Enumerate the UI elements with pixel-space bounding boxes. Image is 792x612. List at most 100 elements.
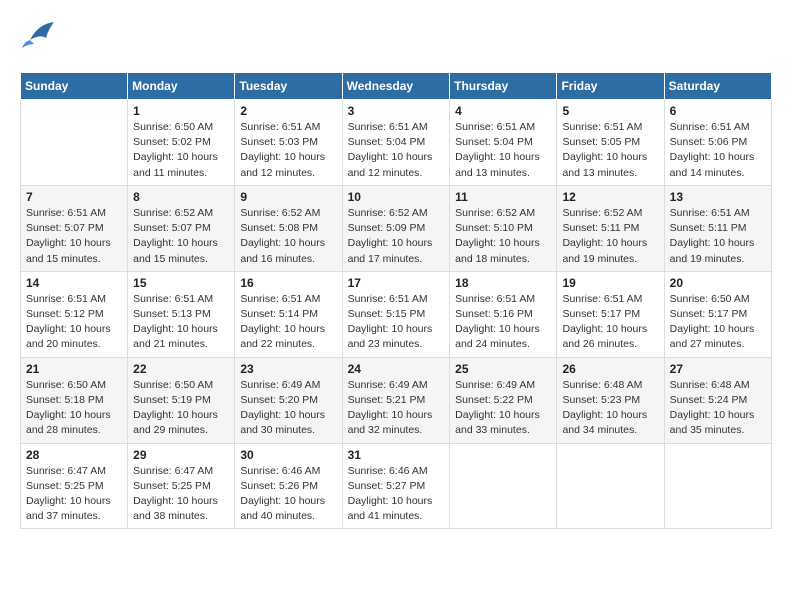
calendar-cell: 30 Sunrise: 6:46 AM Sunset: 5:26 PM Dayli… xyxy=(235,443,342,529)
day-number: 6 xyxy=(670,104,766,118)
calendar-cell: 28Sunrise: 6:47 AM Sunset: 5:25 PM Dayli… xyxy=(21,443,128,529)
calendar-cell: 19Sunrise: 6:51 AM Sunset: 5:17 PM Dayli… xyxy=(557,271,664,357)
calendar-week-row: 7 Sunrise: 6:51 AM Sunset: 5:07 PM Daylig… xyxy=(21,185,772,271)
day-number: 25 xyxy=(455,362,551,376)
calendar-cell: 11 Sunrise: 6:52 AM Sunset: 5:10 PM Dayli… xyxy=(450,185,557,271)
day-number: 11 xyxy=(455,190,551,204)
calendar-cell: 12 Sunrise: 6:52 AM Sunset: 5:11 PM Dayli… xyxy=(557,185,664,271)
logo-bird-icon xyxy=(20,20,56,57)
day-info: Sunrise: 6:51 AM Sunset: 5:06 PM Dayligh… xyxy=(670,120,766,181)
calendar-table: SundayMondayTuesdayWednesdayThursdayFrid… xyxy=(20,72,772,529)
calendar-cell xyxy=(557,443,664,529)
day-number: 26 xyxy=(562,362,658,376)
calendar-cell: 18 Sunrise: 6:51 AM Sunset: 5:16 PM Dayli… xyxy=(450,271,557,357)
day-number: 17 xyxy=(348,276,445,290)
day-info: Sunrise: 6:49 AM Sunset: 5:21 PM Dayligh… xyxy=(348,378,445,439)
day-number: 13 xyxy=(670,190,766,204)
calendar-cell: 3 Sunrise: 6:51 AM Sunset: 5:04 PM Daylig… xyxy=(342,100,450,186)
day-info: Sunrise: 6:48 AM Sunset: 5:23 PM Dayligh… xyxy=(562,378,658,439)
day-number: 1 xyxy=(133,104,229,118)
calendar-week-row: 21Sunrise: 6:50 AM Sunset: 5:18 PM Dayli… xyxy=(21,357,772,443)
calendar-cell xyxy=(450,443,557,529)
day-number: 20 xyxy=(670,276,766,290)
day-number: 8 xyxy=(133,190,229,204)
calendar-week-row: 1 Sunrise: 6:50 AM Sunset: 5:02 PM Daylig… xyxy=(21,100,772,186)
calendar-day-header: Monday xyxy=(128,73,235,100)
day-number: 2 xyxy=(240,104,336,118)
day-number: 23 xyxy=(240,362,336,376)
calendar-cell: 2 Sunrise: 6:51 AM Sunset: 5:03 PM Daylig… xyxy=(235,100,342,186)
calendar-week-row: 14 Sunrise: 6:51 AM Sunset: 5:12 PM Dayli… xyxy=(21,271,772,357)
day-number: 22 xyxy=(133,362,229,376)
day-number: 31 xyxy=(348,448,445,462)
calendar-cell: 17 Sunrise: 6:51 AM Sunset: 5:15 PM Dayli… xyxy=(342,271,450,357)
calendar-cell: 9 Sunrise: 6:52 AM Sunset: 5:08 PM Daylig… xyxy=(235,185,342,271)
calendar-cell: 16 Sunrise: 6:51 AM Sunset: 5:14 PM Dayli… xyxy=(235,271,342,357)
calendar-cell: 15 Sunrise: 6:51 AM Sunset: 5:13 PM Dayli… xyxy=(128,271,235,357)
day-info: Sunrise: 6:49 AM Sunset: 5:22 PM Dayligh… xyxy=(455,378,551,439)
calendar-cell xyxy=(664,443,771,529)
calendar-cell: 29 Sunrise: 6:47 AM Sunset: 5:25 PM Dayli… xyxy=(128,443,235,529)
day-number: 30 xyxy=(240,448,336,462)
day-number: 24 xyxy=(348,362,445,376)
day-info: Sunrise: 6:49 AM Sunset: 5:20 PM Dayligh… xyxy=(240,378,336,439)
day-info: Sunrise: 6:51 AM Sunset: 5:11 PM Dayligh… xyxy=(670,206,766,267)
day-info: Sunrise: 6:52 AM Sunset: 5:11 PM Dayligh… xyxy=(562,206,658,267)
day-info: Sunrise: 6:52 AM Sunset: 5:08 PM Dayligh… xyxy=(240,206,336,267)
day-info: Sunrise: 6:51 AM Sunset: 5:03 PM Dayligh… xyxy=(240,120,336,181)
calendar-cell: 7 Sunrise: 6:51 AM Sunset: 5:07 PM Daylig… xyxy=(21,185,128,271)
day-number: 18 xyxy=(455,276,551,290)
day-number: 12 xyxy=(562,190,658,204)
day-number: 9 xyxy=(240,190,336,204)
calendar-day-header: Wednesday xyxy=(342,73,450,100)
day-number: 10 xyxy=(348,190,445,204)
day-info: Sunrise: 6:51 AM Sunset: 5:12 PM Dayligh… xyxy=(26,292,122,353)
day-info: Sunrise: 6:50 AM Sunset: 5:17 PM Dayligh… xyxy=(670,292,766,353)
day-number: 5 xyxy=(562,104,658,118)
day-number: 3 xyxy=(348,104,445,118)
day-info: Sunrise: 6:51 AM Sunset: 5:07 PM Dayligh… xyxy=(26,206,122,267)
calendar-cell: 24 Sunrise: 6:49 AM Sunset: 5:21 PM Dayli… xyxy=(342,357,450,443)
day-info: Sunrise: 6:52 AM Sunset: 5:10 PM Dayligh… xyxy=(455,206,551,267)
day-number: 29 xyxy=(133,448,229,462)
day-info: Sunrise: 6:46 AM Sunset: 5:26 PM Dayligh… xyxy=(240,464,336,525)
calendar-cell: 1 Sunrise: 6:50 AM Sunset: 5:02 PM Daylig… xyxy=(128,100,235,186)
calendar-cell: 6 Sunrise: 6:51 AM Sunset: 5:06 PM Daylig… xyxy=(664,100,771,186)
calendar-day-header: Saturday xyxy=(664,73,771,100)
day-number: 7 xyxy=(26,190,122,204)
day-info: Sunrise: 6:50 AM Sunset: 5:19 PM Dayligh… xyxy=(133,378,229,439)
day-info: Sunrise: 6:52 AM Sunset: 5:09 PM Dayligh… xyxy=(348,206,445,267)
day-info: Sunrise: 6:51 AM Sunset: 5:17 PM Dayligh… xyxy=(562,292,658,353)
calendar-day-header: Friday xyxy=(557,73,664,100)
calendar-cell: 23 Sunrise: 6:49 AM Sunset: 5:20 PM Dayli… xyxy=(235,357,342,443)
day-info: Sunrise: 6:50 AM Sunset: 5:02 PM Dayligh… xyxy=(133,120,229,181)
day-info: Sunrise: 6:51 AM Sunset: 5:13 PM Dayligh… xyxy=(133,292,229,353)
day-info: Sunrise: 6:51 AM Sunset: 5:14 PM Dayligh… xyxy=(240,292,336,353)
day-info: Sunrise: 6:48 AM Sunset: 5:24 PM Dayligh… xyxy=(670,378,766,439)
day-number: 27 xyxy=(670,362,766,376)
calendar-week-row: 28 Sunrise: 6:47 AM Sunset: 5:25 PM Dayli… xyxy=(21,443,772,529)
calendar-cell: 26 Sunrise: 6:48 AM Sunset: 5:23 PM Dayli… xyxy=(557,357,664,443)
day-info: Sunrise: 6:46 AM Sunset: 5:27 PM Dayligh… xyxy=(348,464,445,525)
day-number: 14 xyxy=(26,276,122,290)
calendar-cell: 20 Sunrise: 6:50 AM Sunset: 5:17 PM Dayli… xyxy=(664,271,771,357)
day-info: Sunrise: 6:47 AM Sunset: 5:25 PM Dayligh… xyxy=(133,464,229,525)
calendar-cell: 13 Sunrise: 6:51 AM Sunset: 5:11 PM Dayli… xyxy=(664,185,771,271)
day-number: 4 xyxy=(455,104,551,118)
day-number: 16 xyxy=(240,276,336,290)
calendar-cell xyxy=(21,100,128,186)
calendar-cell: 14 Sunrise: 6:51 AM Sunset: 5:12 PM Dayli… xyxy=(21,271,128,357)
calendar-cell: 5 Sunrise: 6:51 AM Sunset: 5:05 PM Daylig… xyxy=(557,100,664,186)
calendar-cell: 10 Sunrise: 6:52 AM Sunset: 5:09 PM Dayli… xyxy=(342,185,450,271)
calendar-day-header: Tuesday xyxy=(235,73,342,100)
day-number: 15 xyxy=(133,276,229,290)
day-info: Sunrise: 6:51 AM Sunset: 5:15 PM Dayligh… xyxy=(348,292,445,353)
day-info: Sunrise: 6:51 AM Sunset: 5:16 PM Dayligh… xyxy=(455,292,551,353)
day-info: Sunrise: 6:51 AM Sunset: 5:05 PM Dayligh… xyxy=(562,120,658,181)
day-info: Sunrise: 6:52 AM Sunset: 5:07 PM Dayligh… xyxy=(133,206,229,267)
day-info: Sunrise: 6:51 AM Sunset: 5:04 PM Dayligh… xyxy=(348,120,445,181)
day-info: Sunrise: 6:51 AM Sunset: 5:04 PM Dayligh… xyxy=(455,120,551,181)
day-number: 28 xyxy=(26,448,122,462)
calendar-cell: 27 Sunrise: 6:48 AM Sunset: 5:24 PM Dayli… xyxy=(664,357,771,443)
page-header xyxy=(20,20,772,57)
